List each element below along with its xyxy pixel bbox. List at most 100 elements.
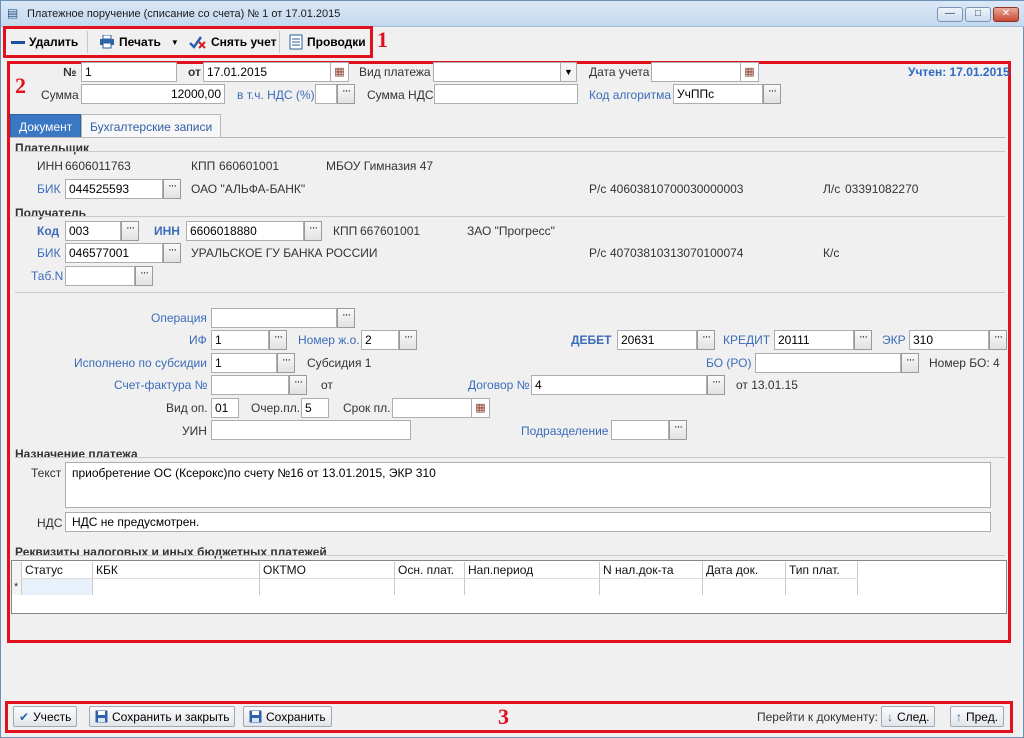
payer-group-title: Плательщик (15, 141, 89, 155)
more-icon[interactable]: ··· (697, 330, 715, 350)
payer-inn-label: ИНН (37, 159, 63, 173)
table-cell[interactable] (786, 578, 858, 595)
payer-kpp-value: 660601001 (219, 159, 280, 173)
payment-term-input[interactable] (392, 398, 472, 418)
more-icon[interactable]: ··· (121, 221, 139, 241)
purpose-text-label: Текст (31, 466, 62, 480)
column-header-basis[interactable]: Осн. плат. (395, 562, 465, 578)
more-icon[interactable]: ··· (669, 420, 687, 440)
tab-accounting-records[interactable]: Бухгалтерские записи (81, 114, 222, 138)
more-icon[interactable]: ··· (707, 375, 725, 395)
payer-bik-input[interactable]: 044525593 (65, 179, 163, 199)
document-window: ▤ Платежное поручение (списание со счета… (0, 0, 1024, 738)
payment-type-label: Вид платежа (359, 65, 431, 79)
more-icon[interactable]: ··· (901, 353, 919, 373)
more-icon[interactable]: ··· (277, 353, 295, 373)
toolbar-highlight (3, 26, 373, 58)
table-cell[interactable] (93, 578, 260, 595)
table-cell[interactable] (703, 578, 786, 595)
ekr-input[interactable]: 310 (909, 330, 989, 350)
column-header-doc-number[interactable]: N нал.док-та (600, 562, 703, 578)
more-icon[interactable]: ··· (304, 221, 322, 241)
journal-number-input[interactable]: 2 (361, 330, 399, 350)
minimize-button[interactable]: — (937, 7, 963, 22)
if-input[interactable]: 1 (211, 330, 269, 350)
close-button[interactable]: ✕ (993, 7, 1019, 22)
more-icon[interactable]: ··· (163, 243, 181, 263)
more-icon[interactable]: ··· (269, 330, 287, 350)
column-header-payment-type[interactable]: Тип плат. (786, 562, 858, 578)
table-cell[interactable] (260, 578, 395, 595)
more-icon[interactable]: ··· (989, 330, 1007, 350)
date-label: от (188, 65, 201, 79)
more-icon[interactable]: ··· (854, 330, 872, 350)
column-header-oktmo[interactable]: ОКТМО (260, 562, 395, 578)
payer-personal-account-value: 03391082270 (845, 182, 919, 196)
bo-label: БО (РО) (706, 356, 752, 370)
credit-input[interactable]: 20111 (774, 330, 854, 350)
recipient-name: ЗАО "Прогресс" (467, 224, 555, 238)
subsidy-label: Исполнено по субсидии (74, 356, 207, 370)
journal-number-label: Номер ж.о. (298, 333, 360, 347)
date-input[interactable]: 17.01.2015 (203, 62, 331, 82)
recipient-account-label: Р/с (589, 246, 607, 260)
recipient-tab-input[interactable] (65, 266, 135, 286)
divider (15, 292, 1005, 293)
more-icon[interactable]: ··· (337, 308, 355, 328)
tab-document[interactable]: Документ (10, 114, 82, 138)
column-header-kbk[interactable]: КБК (93, 562, 260, 578)
payment-type-select[interactable] (433, 62, 561, 82)
calendar-icon[interactable]: ▦ (331, 62, 349, 82)
recipient-inn-input[interactable]: 6606018880 (186, 221, 304, 241)
divider (15, 151, 1005, 152)
table-cell[interactable] (465, 578, 600, 595)
vat-sum-input[interactable] (434, 84, 578, 104)
title-bar: ▤ Платежное поручение (списание со счета… (1, 1, 1024, 27)
operation-kind-input[interactable]: 01 (211, 398, 239, 418)
table-cell[interactable] (395, 578, 465, 595)
callout-toolbar: 1 (377, 27, 388, 52)
contract-label: Договор № (468, 378, 530, 392)
more-icon[interactable]: ··· (763, 84, 781, 104)
contract-input[interactable]: 4 (531, 375, 707, 395)
tab-divider (10, 137, 1006, 138)
uin-label: УИН (182, 424, 207, 438)
new-row-marker: * (14, 581, 19, 593)
vat-percent-input[interactable] (315, 84, 337, 104)
calendar-icon[interactable]: ▦ (741, 62, 759, 82)
division-input[interactable] (611, 420, 669, 440)
payer-name: МБОУ Гимназия 47 (326, 159, 434, 173)
payment-queue-input[interactable]: 5 (301, 398, 329, 418)
more-icon[interactable]: ··· (399, 330, 417, 350)
bo-input[interactable] (755, 353, 901, 373)
purpose-text-area[interactable]: приобретение ОС (Ксерокс)по счету №16 от… (65, 462, 991, 508)
debit-label: ДЕБЕТ (571, 333, 612, 347)
uin-input[interactable] (211, 420, 411, 440)
sum-input[interactable]: 12000,00 (81, 84, 225, 104)
more-icon[interactable]: ··· (337, 84, 355, 104)
calendar-icon[interactable]: ▦ (472, 398, 490, 418)
invoice-input[interactable] (211, 375, 289, 395)
table-cell[interactable] (600, 578, 703, 595)
algorithm-code-input[interactable]: УчППс (673, 84, 763, 104)
more-icon[interactable]: ··· (135, 266, 153, 286)
recipient-code-input[interactable]: 003 (65, 221, 121, 241)
recipient-kpp-value: 667601001 (360, 224, 421, 238)
chevron-down-icon[interactable]: ▼ (561, 62, 577, 82)
column-header-doc-date[interactable]: Дата док. (703, 562, 786, 578)
recipient-bik-input[interactable]: 046577001 (65, 243, 163, 263)
accounting-date-input[interactable] (651, 62, 741, 82)
more-icon[interactable]: ··· (163, 179, 181, 199)
column-header-period[interactable]: Нап.период (465, 562, 600, 578)
column-header-status[interactable]: Статус (22, 562, 93, 578)
subsidy-input[interactable]: 1 (211, 353, 277, 373)
operation-input[interactable] (211, 308, 337, 328)
debit-input[interactable]: 20631 (617, 330, 697, 350)
maximize-button[interactable]: □ (965, 7, 991, 22)
accounting-date-label: Дата учета (589, 65, 650, 79)
table-cell[interactable] (22, 578, 93, 595)
purpose-vat-input[interactable]: НДС не предусмотрен. (65, 512, 991, 532)
more-icon[interactable]: ··· (289, 375, 307, 395)
recipient-account-value: 40703810313070100074 (610, 246, 744, 260)
number-input[interactable]: 1 (81, 62, 177, 82)
